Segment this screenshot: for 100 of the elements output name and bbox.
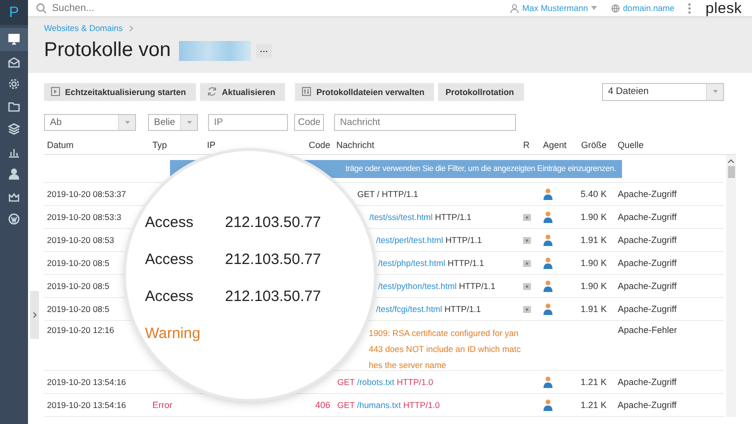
person-icon [510,4,520,12]
app-logo[interactable]: P [0,0,28,25]
referrer-icon[interactable] [523,260,532,266]
size-cell: 1.21 K [580,400,607,410]
message-cell: GET /humans.txt HTTP/1.0 [337,400,440,410]
ip-filter-field[interactable]: IP [208,114,288,131]
source-cell: Apache-Zugriff [618,189,677,199]
message-cell: /test/python/test.html HTTP/1.1 [378,281,496,291]
date-cell: 2019-10-20 08:5 [47,281,110,291]
info-text: träge oder verwenden Sie die Filter, um die angezeigten Einträge einzugrenzen. [345,164,616,173]
column-header[interactable]: Datum [44,140,150,150]
toolbar-button[interactable]: Protokolldateien verwalten [295,82,434,100]
person-icon [8,168,20,180]
referrer-icon[interactable] [523,282,532,290]
date-cell: 2019-10-20 08:53:37 [47,189,126,199]
source-cell: Apache-Zugriff [618,377,677,387]
message-cell: /test/ssi/test.html HTTP/1.1 [369,212,472,222]
source-cell: Apache-Zugriff [618,281,677,291]
size-cell: 1.90 K [580,212,607,222]
message-cell-text: 1909: RSA certificate configured for yan 443 does NOT include an ID which matc hes the server name [368,327,521,372]
more-vertical-icon[interactable] [688,2,692,14]
person-icon[interactable] [543,399,554,411]
wordpress-icon [8,213,20,226]
chevron-right-icon [128,24,134,32]
chevron-right-icon [32,312,36,318]
refresh-icon [206,87,217,96]
type-cell: Error [152,400,172,410]
size-cell: 5.40 K [580,189,607,199]
toolbar-button[interactable]: Protokollrotation [438,82,524,100]
scrollbar-thumb[interactable] [728,166,734,178]
size-cell: 1.91 K [580,235,607,245]
date-cell: 2019-10-20 08:53 [47,235,114,245]
caret-icon [590,6,597,10]
layers-icon [8,123,20,136]
magnified-ip: 212.103.50.77 [225,214,321,231]
person-icon[interactable] [543,376,554,388]
message-cell: /test/fcgi/test.html HTTP/1.1 [376,304,481,314]
column-header[interactable]: Größe [574,140,610,150]
sidebar-item[interactable] [0,28,28,50]
toolbar-button[interactable]: Echtzeitaktualisierung starten [44,82,196,100]
size-cell: 1.90 K [580,258,607,268]
size-cell: 1.21 K [580,377,607,387]
magnified-type: Access [145,288,194,305]
person-icon[interactable] [543,211,554,223]
message-cell: GET / HTTP/1.1 [357,189,418,199]
date-cell: 2019-10-20 12:16 [47,325,114,335]
monitor-icon [8,33,20,46]
column-header[interactable]: Quelle [610,140,724,150]
date-cell: 2019-10-20 08:5 [47,258,110,268]
column-header[interactable]: Agent [540,140,575,150]
gear-icon [8,78,20,90]
column-header[interactable]: R [520,140,540,150]
date-filter-select[interactable]: Ab [44,114,136,131]
column-header[interactable]: Typ [149,140,204,150]
folder-icon [8,100,20,113]
column-header[interactable]: IP [204,140,289,150]
person-icon[interactable] [543,257,554,269]
search-icon [36,2,47,14]
person-icon[interactable] [543,188,554,200]
message-cell: GET /robots.txt HTTP/1.0 [337,377,434,387]
person-icon[interactable] [543,234,554,246]
file-select[interactable]: 4 Dateien [602,82,724,100]
column-header[interactable]: Code [288,140,334,150]
date-cell: 2019-10-20 08:53:3 [47,212,122,222]
type-filter-select[interactable]: Belie [148,114,198,131]
more-button[interactable]: ... [256,44,272,58]
source-cell: Apache-Zugriff [618,212,677,222]
scroll-up-icon[interactable] [728,159,734,163]
referrer-icon[interactable] [523,214,532,220]
brand-logo: plesk [705,0,742,16]
referrer-icon[interactable] [523,236,532,244]
referrer-icon[interactable] [523,306,532,312]
crown-icon [8,190,20,203]
scrollbar[interactable] [726,155,736,417]
message-filter-field[interactable]: Nachricht [334,114,516,131]
envelope-icon [8,56,20,68]
toolbar-button[interactable]: Aktualisieren [200,82,286,100]
column-header[interactable]: Nachricht [333,140,520,150]
magnified-ip: 212.103.50.77 [225,288,321,305]
sliders-icon [302,87,312,96]
code-filter-field[interactable]: Code [294,114,324,131]
caret-icon [712,90,718,93]
source-cell: Apache-Zugriff [618,400,677,410]
message-cell: /test/php/test.html HTTP/1.1 [378,258,484,268]
magnified-type: Warning [145,325,202,342]
magnified-type: Access [145,214,194,231]
size-cell: 1.90 K [580,281,607,291]
date-cell: 2019-10-20 13:54:16 [47,377,126,387]
code-cell: 406 [315,400,330,410]
source-cell: Apache-Fehler [618,325,677,335]
person-icon[interactable] [543,303,554,315]
play-icon [51,87,60,96]
date-cell: 2019-10-20 13:54:16 [47,400,126,410]
person-icon[interactable] [543,280,554,292]
expand-handle[interactable] [30,291,39,339]
source-cell: Apache-Zugriff [618,258,677,268]
message-cell: /test/perl/test.html HTTP/1.1 [376,235,482,245]
search-field[interactable]: Suchen... [52,2,132,14]
caret-icon [186,121,192,124]
magnified-ip: 212.103.50.77 [225,251,321,268]
